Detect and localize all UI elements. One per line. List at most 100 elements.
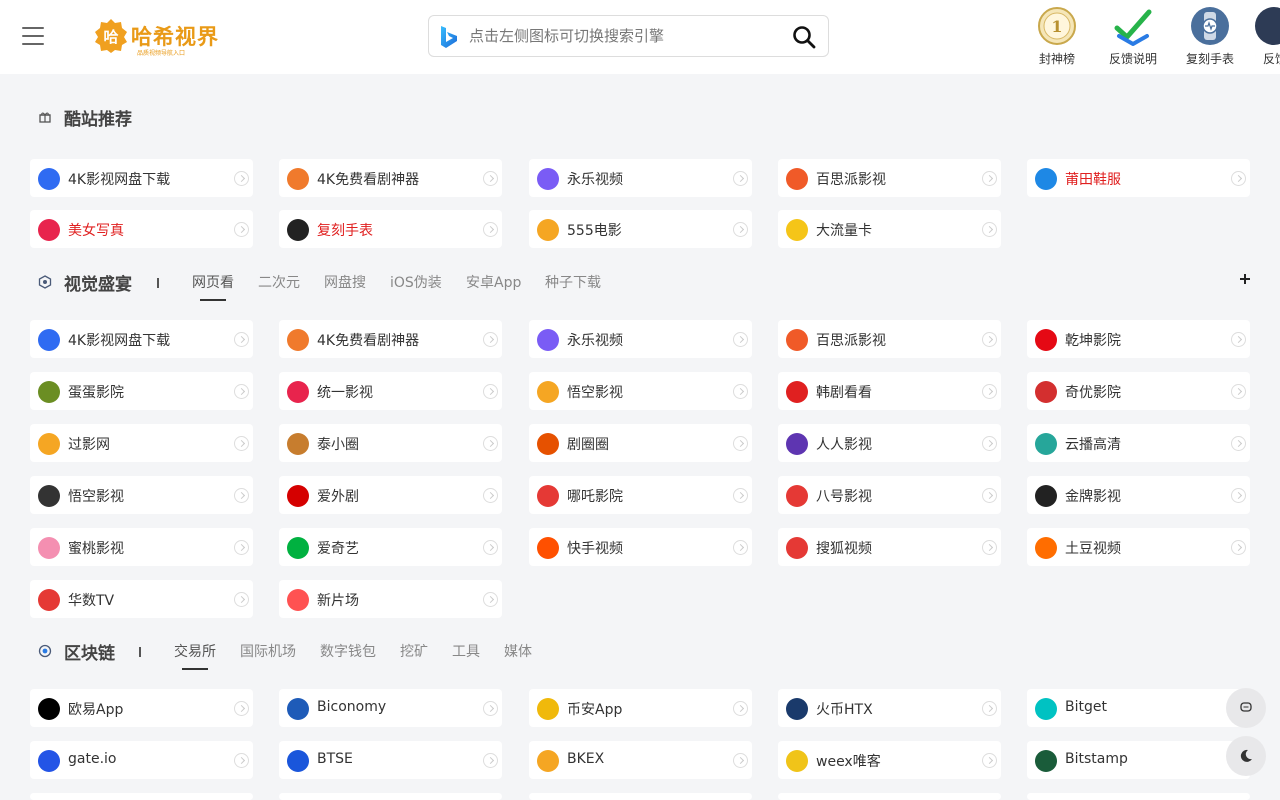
arrow-right-icon[interactable] xyxy=(733,222,748,237)
arrow-right-icon[interactable] xyxy=(982,171,997,186)
site-card[interactable]: 华数TV xyxy=(30,580,253,618)
site-card[interactable]: 火币HTX xyxy=(778,689,1001,727)
site-card[interactable]: 搜狐视频 xyxy=(778,528,1001,566)
arrow-right-icon[interactable] xyxy=(234,753,249,768)
site-card[interactable]: 爱奇艺 xyxy=(279,528,502,566)
tab-anime[interactable]: 二次元 xyxy=(258,272,300,292)
site-card[interactable]: 过影网 xyxy=(30,424,253,462)
arrow-right-icon[interactable] xyxy=(483,436,498,451)
site-card[interactable]: 八号影视 xyxy=(778,476,1001,514)
arrow-right-icon[interactable] xyxy=(982,488,997,503)
site-card[interactable]: 4K免费看剧神器 xyxy=(279,320,502,358)
site-card[interactable] xyxy=(529,793,752,800)
arrow-right-icon[interactable] xyxy=(234,384,249,399)
arrow-right-icon[interactable] xyxy=(982,222,997,237)
top-item-replica-watch[interactable]: 复刻手表 xyxy=(1175,6,1245,68)
arrow-right-icon[interactable] xyxy=(234,222,249,237)
arrow-right-icon[interactable] xyxy=(483,753,498,768)
site-card[interactable]: 百思派影视 xyxy=(778,159,1001,197)
site-card[interactable]: 大流量卡 xyxy=(778,210,1001,248)
chat-float-button[interactable] xyxy=(1226,688,1266,728)
site-card[interactable] xyxy=(279,793,502,800)
site-card[interactable]: Bitstamp xyxy=(1027,741,1250,779)
arrow-right-icon[interactable] xyxy=(982,540,997,555)
site-card[interactable]: 蛋蛋影院 xyxy=(30,372,253,410)
arrow-right-icon[interactable] xyxy=(234,171,249,186)
site-card[interactable]: 统一影视 xyxy=(279,372,502,410)
arrow-right-icon[interactable] xyxy=(1231,436,1246,451)
site-card[interactable]: 哪吒影院 xyxy=(529,476,752,514)
top-item-feedback[interactable]: 反馈 xyxy=(1252,6,1280,68)
arrow-right-icon[interactable] xyxy=(483,701,498,716)
site-card[interactable]: BTSE xyxy=(279,741,502,779)
site-card[interactable]: 金牌影视 xyxy=(1027,476,1250,514)
arrow-right-icon[interactable] xyxy=(982,753,997,768)
site-card[interactable]: BKEX xyxy=(529,741,752,779)
arrow-right-icon[interactable] xyxy=(1231,540,1246,555)
site-card[interactable]: 币安App xyxy=(529,689,752,727)
arrow-right-icon[interactable] xyxy=(483,171,498,186)
site-card[interactable]: 欧易App xyxy=(30,689,253,727)
site-card[interactable] xyxy=(778,793,1001,800)
arrow-right-icon[interactable] xyxy=(483,540,498,555)
arrow-right-icon[interactable] xyxy=(1231,332,1246,347)
site-card[interactable]: 莆田鞋服 xyxy=(1027,159,1250,197)
tab-netdisk-search[interactable]: 网盘搜 xyxy=(324,272,366,292)
site-card[interactable]: 百思派影视 xyxy=(778,320,1001,358)
arrow-right-icon[interactable] xyxy=(1231,171,1246,186)
arrow-right-icon[interactable] xyxy=(483,332,498,347)
tab-media[interactable]: 媒体 xyxy=(504,641,532,661)
tab-android-app[interactable]: 安卓App xyxy=(466,272,521,292)
arrow-right-icon[interactable] xyxy=(483,384,498,399)
site-card[interactable]: 555电影 xyxy=(529,210,752,248)
site-card[interactable]: 新片场 xyxy=(279,580,502,618)
top-item-leaderboard[interactable]: 1 封神榜 xyxy=(1022,6,1092,68)
arrow-right-icon[interactable] xyxy=(234,488,249,503)
search-input[interactable] xyxy=(469,22,779,50)
arrow-right-icon[interactable] xyxy=(982,436,997,451)
site-card[interactable]: 4K影视网盘下载 xyxy=(30,159,253,197)
arrow-right-icon[interactable] xyxy=(1231,488,1246,503)
site-card[interactable]: 美女写真 xyxy=(30,210,253,248)
site-card[interactable]: 悟空影视 xyxy=(529,372,752,410)
arrow-right-icon[interactable] xyxy=(733,171,748,186)
tab-torrent[interactable]: 种子下载 xyxy=(545,272,601,292)
arrow-right-icon[interactable] xyxy=(483,592,498,607)
arrow-right-icon[interactable] xyxy=(982,384,997,399)
arrow-right-icon[interactable] xyxy=(982,332,997,347)
arrow-right-icon[interactable] xyxy=(234,701,249,716)
arrow-right-icon[interactable] xyxy=(733,701,748,716)
site-logo[interactable]: 哈 哈希视界 品质视频导航入口 xyxy=(93,18,221,58)
site-card[interactable] xyxy=(30,793,253,800)
site-card[interactable] xyxy=(1027,793,1250,800)
site-card[interactable]: 韩剧看看 xyxy=(778,372,1001,410)
theme-float-button[interactable] xyxy=(1226,736,1266,776)
site-card[interactable]: 爱外剧 xyxy=(279,476,502,514)
site-card[interactable]: 蜜桃影视 xyxy=(30,528,253,566)
arrow-right-icon[interactable] xyxy=(1231,384,1246,399)
site-card[interactable]: 剧圈圈 xyxy=(529,424,752,462)
arrow-right-icon[interactable] xyxy=(234,332,249,347)
arrow-right-icon[interactable] xyxy=(733,384,748,399)
tab-web[interactable]: 网页看 xyxy=(192,272,234,301)
menu-icon[interactable] xyxy=(22,27,44,45)
tab-mining[interactable]: 挖矿 xyxy=(400,641,428,661)
arrow-right-icon[interactable] xyxy=(733,540,748,555)
arrow-right-icon[interactable] xyxy=(733,332,748,347)
site-card[interactable]: 悟空影视 xyxy=(30,476,253,514)
site-card[interactable]: Biconomy xyxy=(279,689,502,727)
site-card[interactable]: 泰小圈 xyxy=(279,424,502,462)
arrow-right-icon[interactable] xyxy=(234,436,249,451)
site-card[interactable]: 永乐视频 xyxy=(529,320,752,358)
site-card[interactable]: 永乐视频 xyxy=(529,159,752,197)
arrow-right-icon[interactable] xyxy=(733,753,748,768)
site-card[interactable]: 云播高清 xyxy=(1027,424,1250,462)
site-card[interactable]: weex唯客 xyxy=(778,741,1001,779)
tab-tools[interactable]: 工具 xyxy=(452,641,480,661)
site-card[interactable]: Bitget xyxy=(1027,689,1250,727)
arrow-right-icon[interactable] xyxy=(234,592,249,607)
arrow-right-icon[interactable] xyxy=(982,701,997,716)
site-card[interactable]: gate.io xyxy=(30,741,253,779)
plus-icon[interactable] xyxy=(1238,272,1252,286)
site-card[interactable]: 乾坤影院 xyxy=(1027,320,1250,358)
